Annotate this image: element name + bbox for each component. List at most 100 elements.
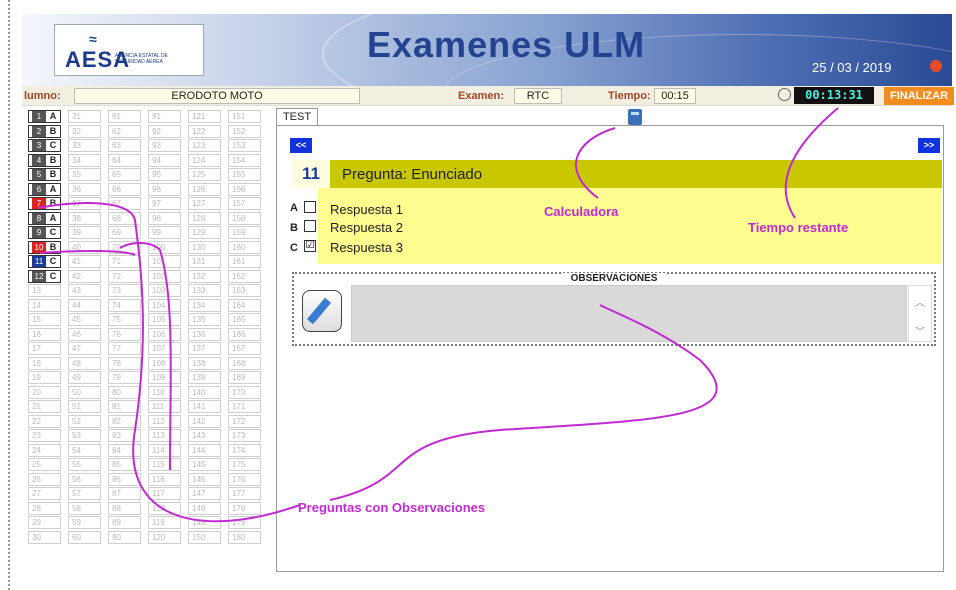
grid-cell[interactable]: 56 xyxy=(68,472,101,486)
grid-cell[interactable]: 36 xyxy=(68,182,101,196)
grid-cell-answered[interactable]: 7B xyxy=(28,197,61,210)
grid-cell[interactable]: 25 xyxy=(28,458,61,471)
grid-cell[interactable]: 174 xyxy=(228,443,261,457)
grid-cell[interactable]: 107 xyxy=(148,342,181,355)
grid-cell[interactable]: 166 xyxy=(228,327,261,341)
grid-cell[interactable]: 124 xyxy=(188,153,221,167)
grid-cell[interactable]: 78 xyxy=(108,356,141,370)
grid-cell[interactable]: 130 xyxy=(188,240,221,254)
grid-cell-answered[interactable]: 11 C xyxy=(28,255,61,268)
grid-cell[interactable]: 162 xyxy=(228,269,261,283)
grid-cell[interactable]: 16 xyxy=(28,327,61,341)
grid-cell[interactable]: 34 xyxy=(68,153,101,167)
grid-cell-answered[interactable]: 2B xyxy=(28,124,61,138)
grid-cell[interactable]: 89 xyxy=(108,516,141,529)
grid-cell[interactable]: 101 xyxy=(148,255,181,268)
grid-cell[interactable]: 150 xyxy=(188,530,221,544)
observations-scrollbar[interactable]: ︿ ﹀ xyxy=(908,285,932,342)
grid-cell[interactable]: 83 xyxy=(108,429,141,442)
grid-cell[interactable]: 93 xyxy=(148,139,181,152)
grid-cell[interactable]: 164 xyxy=(228,298,261,312)
grid-cell[interactable]: 142 xyxy=(188,414,221,428)
grid-cell[interactable]: 100 xyxy=(148,240,181,254)
grid-cell[interactable]: 45 xyxy=(68,313,101,326)
grid-cell[interactable]: 90 xyxy=(108,530,141,544)
grid-cell[interactable]: 165 xyxy=(228,313,261,326)
grid-cell[interactable]: 111 xyxy=(148,400,181,413)
grid-cell[interactable]: 136 xyxy=(188,327,221,341)
grid-cell[interactable]: 94 xyxy=(148,153,181,167)
grid-cell[interactable]: 104 xyxy=(148,298,181,312)
grid-cell[interactable]: 129 xyxy=(188,226,221,239)
grid-cell[interactable]: 70 xyxy=(108,240,141,254)
edit-note-icon[interactable] xyxy=(302,290,342,332)
grid-cell[interactable]: 85 xyxy=(108,458,141,471)
grid-cell[interactable]: 71 xyxy=(108,255,141,268)
grid-cell[interactable]: 152 xyxy=(228,124,261,138)
grid-cell[interactable]: 46 xyxy=(68,327,101,341)
grid-cell[interactable]: 60 xyxy=(68,530,101,544)
grid-cell[interactable]: 23 xyxy=(28,429,61,442)
grid-cell[interactable]: 154 xyxy=(228,153,261,167)
grid-cell[interactable]: 156 xyxy=(228,182,261,196)
grid-cell[interactable]: 134 xyxy=(188,298,221,312)
grid-cell[interactable]: 98 xyxy=(148,211,181,225)
grid-cell-answered[interactable]: 8A xyxy=(28,211,61,225)
grid-cell[interactable]: 118 xyxy=(148,501,181,515)
grid-cell[interactable]: 99 xyxy=(148,226,181,239)
grid-cell[interactable]: 57 xyxy=(68,487,101,500)
grid-cell[interactable]: 121 xyxy=(188,110,221,123)
grid-cell[interactable]: 157 xyxy=(228,197,261,210)
grid-cell[interactable]: 138 xyxy=(188,356,221,370)
grid-cell[interactable]: 172 xyxy=(228,414,261,428)
grid-cell[interactable]: 97 xyxy=(148,197,181,210)
grid-cell[interactable]: 39 xyxy=(68,226,101,239)
chevron-up-icon[interactable]: ︿ xyxy=(909,294,931,309)
finalizar-button[interactable]: FINALIZAR xyxy=(884,87,954,105)
grid-cell[interactable]: 114 xyxy=(148,443,181,457)
grid-cell[interactable]: 149 xyxy=(188,516,221,529)
grid-cell[interactable]: 91 xyxy=(148,110,181,123)
grid-cell[interactable]: 27 xyxy=(28,487,61,500)
grid-cell[interactable]: 155 xyxy=(228,168,261,181)
grid-cell[interactable]: 178 xyxy=(228,501,261,515)
grid-cell-answered[interactable]: 5B xyxy=(28,168,61,181)
grid-cell[interactable]: 103 xyxy=(148,284,181,297)
grid-cell[interactable]: 44 xyxy=(68,298,101,312)
grid-cell[interactable]: 115 xyxy=(148,458,181,471)
grid-cell[interactable]: 82 xyxy=(108,414,141,428)
grid-cell[interactable]: 67 xyxy=(108,197,141,210)
power-icon[interactable] xyxy=(930,60,942,72)
grid-cell[interactable]: 135 xyxy=(188,313,221,326)
grid-cell[interactable]: 176 xyxy=(228,472,261,486)
grid-cell[interactable]: 131 xyxy=(188,255,221,268)
next-button[interactable]: >> xyxy=(918,138,940,153)
grid-cell[interactable]: 37 xyxy=(68,197,101,210)
grid-cell[interactable]: 126 xyxy=(188,182,221,196)
grid-cell[interactable]: 74 xyxy=(108,298,141,312)
grid-cell-answered[interactable]: 9C xyxy=(28,226,61,239)
grid-cell[interactable]: 77 xyxy=(108,342,141,355)
grid-cell[interactable]: 108 xyxy=(148,356,181,370)
answer-checkbox-c[interactable]: ☑ xyxy=(304,240,316,252)
grid-cell[interactable]: 140 xyxy=(188,385,221,399)
grid-cell[interactable]: 18 xyxy=(28,356,61,370)
grid-cell[interactable]: 113 xyxy=(148,429,181,442)
grid-cell[interactable]: 58 xyxy=(68,501,101,515)
grid-cell[interactable]: 163 xyxy=(228,284,261,297)
grid-cell[interactable]: 81 xyxy=(108,400,141,413)
grid-cell[interactable]: 96 xyxy=(148,182,181,196)
grid-cell[interactable]: 137 xyxy=(188,342,221,355)
observations-input[interactable] xyxy=(351,285,907,342)
grid-cell[interactable]: 33 xyxy=(68,139,101,152)
answer-checkbox-a[interactable] xyxy=(304,201,316,213)
grid-cell[interactable]: 50 xyxy=(68,385,101,399)
grid-cell[interactable]: 105 xyxy=(148,313,181,326)
prev-button[interactable]: << xyxy=(290,138,312,153)
grid-cell[interactable]: 65 xyxy=(108,168,141,181)
grid-cell[interactable]: 15 xyxy=(28,313,61,326)
grid-cell[interactable]: 127 xyxy=(188,197,221,210)
grid-cell[interactable]: 145 xyxy=(188,458,221,471)
grid-cell[interactable]: 28 xyxy=(28,501,61,515)
grid-cell[interactable]: 54 xyxy=(68,443,101,457)
